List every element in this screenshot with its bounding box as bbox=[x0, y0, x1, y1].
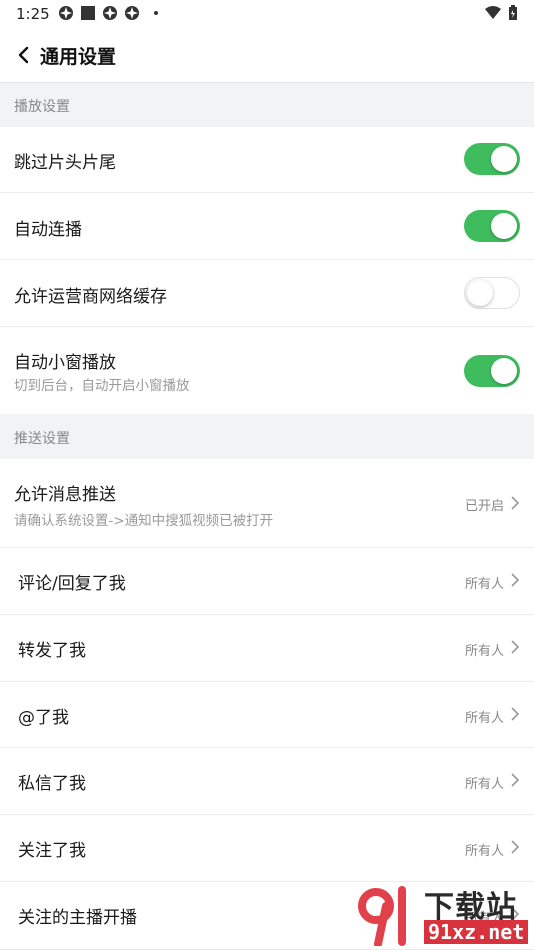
setting-value: 所有人 bbox=[464, 711, 504, 726]
setting-row-reposts[interactable]: 转发了我 所有人 bbox=[0, 615, 534, 682]
back-arrow-icon[interactable] bbox=[14, 45, 34, 65]
setting-row-comments[interactable]: 评论/回复了我 所有人 bbox=[0, 548, 534, 615]
setting-label: 自动小窗播放 bbox=[14, 353, 116, 373]
skip-intro-toggle[interactable] bbox=[464, 143, 520, 175]
section-header-push: 推送设置 bbox=[0, 414, 534, 459]
status-notification-icons bbox=[58, 5, 158, 21]
notification-app-icon bbox=[59, 6, 73, 20]
cellular-cache-toggle[interactable] bbox=[464, 277, 520, 309]
section-header-playback: 播放设置 bbox=[0, 82, 534, 127]
notification-app-icon bbox=[125, 6, 139, 20]
chevron-right-icon bbox=[511, 773, 520, 787]
setting-row-autoplay[interactable]: 自动连播 bbox=[0, 193, 534, 260]
setting-label: 允许消息推送 bbox=[14, 485, 116, 505]
status-time: 1:25 bbox=[16, 5, 50, 23]
battery-icon bbox=[509, 5, 517, 20]
toggle-knob bbox=[491, 213, 517, 239]
pip-toggle[interactable] bbox=[464, 355, 520, 387]
setting-row-follows[interactable]: 关注了我 所有人 bbox=[0, 815, 534, 882]
setting-value: 所有人 bbox=[464, 777, 504, 792]
setting-label: 关注了我 bbox=[18, 841, 86, 861]
chevron-right-icon bbox=[511, 640, 520, 654]
chevron-right-icon bbox=[511, 573, 520, 587]
status-bar: 1:25 bbox=[0, 0, 534, 28]
toggle-knob bbox=[491, 146, 517, 172]
watermark-url: 91xz.net bbox=[424, 920, 529, 944]
toggle-knob bbox=[467, 280, 493, 306]
setting-row-messages[interactable]: 私信了我 所有人 bbox=[0, 748, 534, 815]
setting-label: 私信了我 bbox=[18, 774, 86, 794]
watermark-logo-icon bbox=[358, 886, 406, 946]
setting-label: @了我 bbox=[18, 708, 69, 728]
setting-row-cellular-cache[interactable]: 允许运营商网络缓存 bbox=[0, 260, 534, 327]
wifi-icon bbox=[485, 6, 501, 19]
setting-label: 允许运营商网络缓存 bbox=[14, 287, 167, 307]
setting-row-allow-push[interactable]: 允许消息推送 请确认系统设置->通知中搜狐视频已被打开 已开启 bbox=[0, 459, 534, 548]
app-header: 通用设置 bbox=[0, 28, 534, 82]
notification-app-icon bbox=[103, 6, 117, 20]
chevron-right-icon bbox=[511, 840, 520, 854]
chevron-right-icon bbox=[511, 707, 520, 721]
page-title: 通用设置 bbox=[40, 46, 117, 68]
setting-row-skip-intro[interactable]: 跳过片头片尾 bbox=[0, 126, 534, 193]
setting-row-mentions[interactable]: @了我 所有人 bbox=[0, 682, 534, 748]
setting-value: 所有人 bbox=[464, 844, 504, 859]
section-title: 推送设置 bbox=[14, 431, 70, 447]
setting-label: 评论/回复了我 bbox=[18, 574, 126, 594]
setting-label: 自动连播 bbox=[14, 220, 82, 240]
status-system-icons bbox=[484, 5, 518, 21]
watermark: 下载站 91xz.net bbox=[354, 882, 530, 948]
setting-description: 请确认系统设置->通知中搜狐视频已被打开 bbox=[14, 513, 274, 529]
setting-value: 所有人 bbox=[464, 644, 504, 659]
setting-row-pip[interactable]: 自动小窗播放 切到后台，自动开启小窗播放 bbox=[0, 327, 534, 414]
section-title: 播放设置 bbox=[14, 99, 70, 115]
setting-label: 转发了我 bbox=[18, 641, 86, 661]
setting-description: 切到后台，自动开启小窗播放 bbox=[14, 378, 190, 394]
notification-square-icon bbox=[81, 6, 95, 20]
setting-value: 所有人 bbox=[464, 577, 504, 592]
toggle-knob bbox=[491, 358, 517, 384]
setting-value: 已开启 bbox=[464, 499, 504, 514]
more-notifications-dot bbox=[154, 11, 158, 15]
setting-label: 关注的主播开播 bbox=[18, 908, 137, 928]
chevron-right-icon bbox=[511, 496, 520, 510]
autoplay-toggle[interactable] bbox=[464, 210, 520, 242]
setting-label: 跳过片头片尾 bbox=[14, 153, 116, 173]
